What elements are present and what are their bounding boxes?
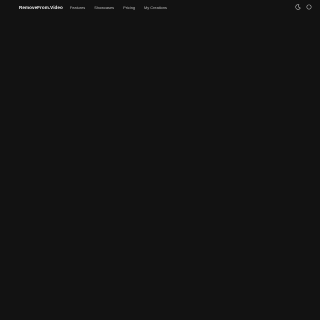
top-navigation-bar: RemoveFrom.Video Features Showcases Pric… <box>0 0 320 14</box>
nav-item-features[interactable]: Features <box>70 5 85 10</box>
nav-item-my-creations[interactable]: My Creations <box>144 5 167 10</box>
main-nav: Features Showcases Pricing My Creations <box>70 5 176 10</box>
page: RemoveFrom.Video Features Showcases Pric… <box>0 0 320 320</box>
nav-item-showcases[interactable]: Showcases <box>94 5 114 10</box>
account-icon[interactable] <box>305 4 312 11</box>
main-content-area <box>0 14 320 320</box>
nav-item-pricing[interactable]: Pricing <box>123 5 135 10</box>
brand-logo-text[interactable]: RemoveFrom.Video <box>19 5 63 10</box>
theme-toggle-icon[interactable] <box>294 4 301 11</box>
header-actions <box>290 4 312 11</box>
